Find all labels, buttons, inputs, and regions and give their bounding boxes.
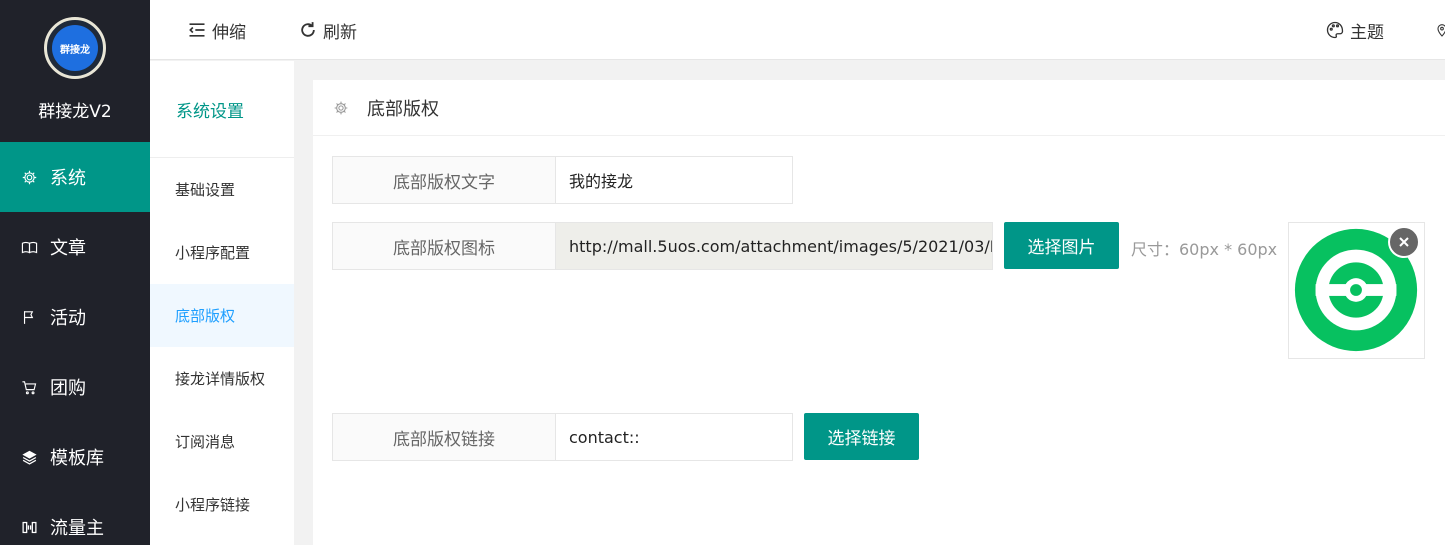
sidebar-item-label: 系统 bbox=[50, 168, 86, 189]
copyright-link-label: 底部版权链接 bbox=[332, 413, 556, 461]
copyright-text-input[interactable]: 我的接龙 bbox=[556, 156, 793, 204]
settings-submenu: 系统设置 基础设置 小程序配置 底部版权 接龙详情版权 订阅消息 小程序链接 bbox=[150, 61, 294, 545]
submenu-item-footer-copyright[interactable]: 底部版权 bbox=[150, 284, 294, 347]
sidebar-item-label: 流量主 bbox=[50, 518, 104, 539]
close-icon bbox=[1399, 237, 1409, 247]
sidebar-item-activities[interactable]: 活动 bbox=[0, 282, 150, 352]
refresh-label: 刷新 bbox=[323, 22, 357, 43]
theme-button[interactable]: 主题 bbox=[1325, 0, 1384, 60]
submenu-title: 系统设置 bbox=[150, 61, 294, 158]
columns-icon bbox=[18, 519, 40, 536]
remove-image-button[interactable] bbox=[1388, 226, 1420, 258]
cart-icon bbox=[18, 379, 40, 396]
flag-icon bbox=[18, 309, 40, 326]
copyright-text-label: 底部版权文字 bbox=[332, 156, 556, 204]
submenu-item-detail-copyright[interactable]: 接龙详情版权 bbox=[150, 347, 294, 410]
sidebar-item-label: 模板库 bbox=[50, 448, 104, 469]
submenu-item-miniprogram[interactable]: 小程序配置 bbox=[150, 221, 294, 284]
location-button[interactable] bbox=[1434, 0, 1445, 60]
card-title: 底部版权 bbox=[367, 98, 439, 120]
refresh-button[interactable]: 刷新 bbox=[298, 0, 357, 60]
select-link-button[interactable]: 选择链接 bbox=[804, 413, 919, 460]
submenu-item-subscription[interactable]: 订阅消息 bbox=[150, 410, 294, 473]
gear-icon bbox=[18, 169, 40, 186]
sidebar-item-group-buy[interactable]: 团购 bbox=[0, 352, 150, 422]
book-icon bbox=[18, 239, 40, 256]
footer-copyright-card: 底部版权 底部版权文字 我的接龙 底部版权图标 http://mall.5uos… bbox=[313, 80, 1445, 545]
indent-icon bbox=[189, 23, 205, 37]
icon-size-hint: 尺寸：60px * 60px bbox=[1131, 240, 1278, 259]
app-logo: 群接龙 bbox=[44, 17, 106, 79]
layers-icon bbox=[18, 449, 40, 466]
sidebar-item-label: 活动 bbox=[50, 308, 86, 329]
main-sidebar: 群接龙 群接龙V2 系统 文章 活动 团购 模板库 流量主 bbox=[0, 0, 150, 545]
sidebar-item-label: 团购 bbox=[50, 378, 86, 399]
submenu-item-basic[interactable]: 基础设置 bbox=[150, 158, 294, 221]
sidebar-item-traffic[interactable]: 流量主 bbox=[0, 492, 150, 545]
gear-icon bbox=[334, 101, 348, 114]
submenu-item-links[interactable]: 小程序链接 bbox=[150, 473, 294, 536]
collapse-button[interactable]: 伸缩 bbox=[187, 0, 246, 60]
copyright-icon-label: 底部版权图标 bbox=[332, 222, 556, 270]
palette-icon bbox=[1326, 21, 1344, 39]
theme-label: 主题 bbox=[1350, 22, 1384, 43]
app-logo-text: 群接龙 bbox=[52, 25, 98, 71]
collapse-label: 伸缩 bbox=[212, 22, 246, 43]
select-image-button[interactable]: 选择图片 bbox=[1004, 222, 1119, 269]
top-header: 伸缩 刷新 主题 bbox=[150, 0, 1445, 60]
copyright-link-input[interactable]: contact:: bbox=[556, 413, 793, 461]
sidebar-item-label: 文章 bbox=[50, 238, 86, 259]
refresh-icon bbox=[301, 22, 315, 37]
map-pin-icon bbox=[1437, 24, 1445, 37]
sidebar-item-system[interactable]: 系统 bbox=[0, 142, 150, 212]
copyright-icon-url-input[interactable]: http://mall.5uos.com/attachment/images/5… bbox=[556, 222, 993, 270]
card-header: 底部版权 bbox=[313, 80, 1445, 136]
app-name: 群接龙V2 bbox=[38, 102, 112, 122]
sidebar-item-articles[interactable]: 文章 bbox=[0, 212, 150, 282]
sidebar-item-templates[interactable]: 模板库 bbox=[0, 422, 150, 492]
